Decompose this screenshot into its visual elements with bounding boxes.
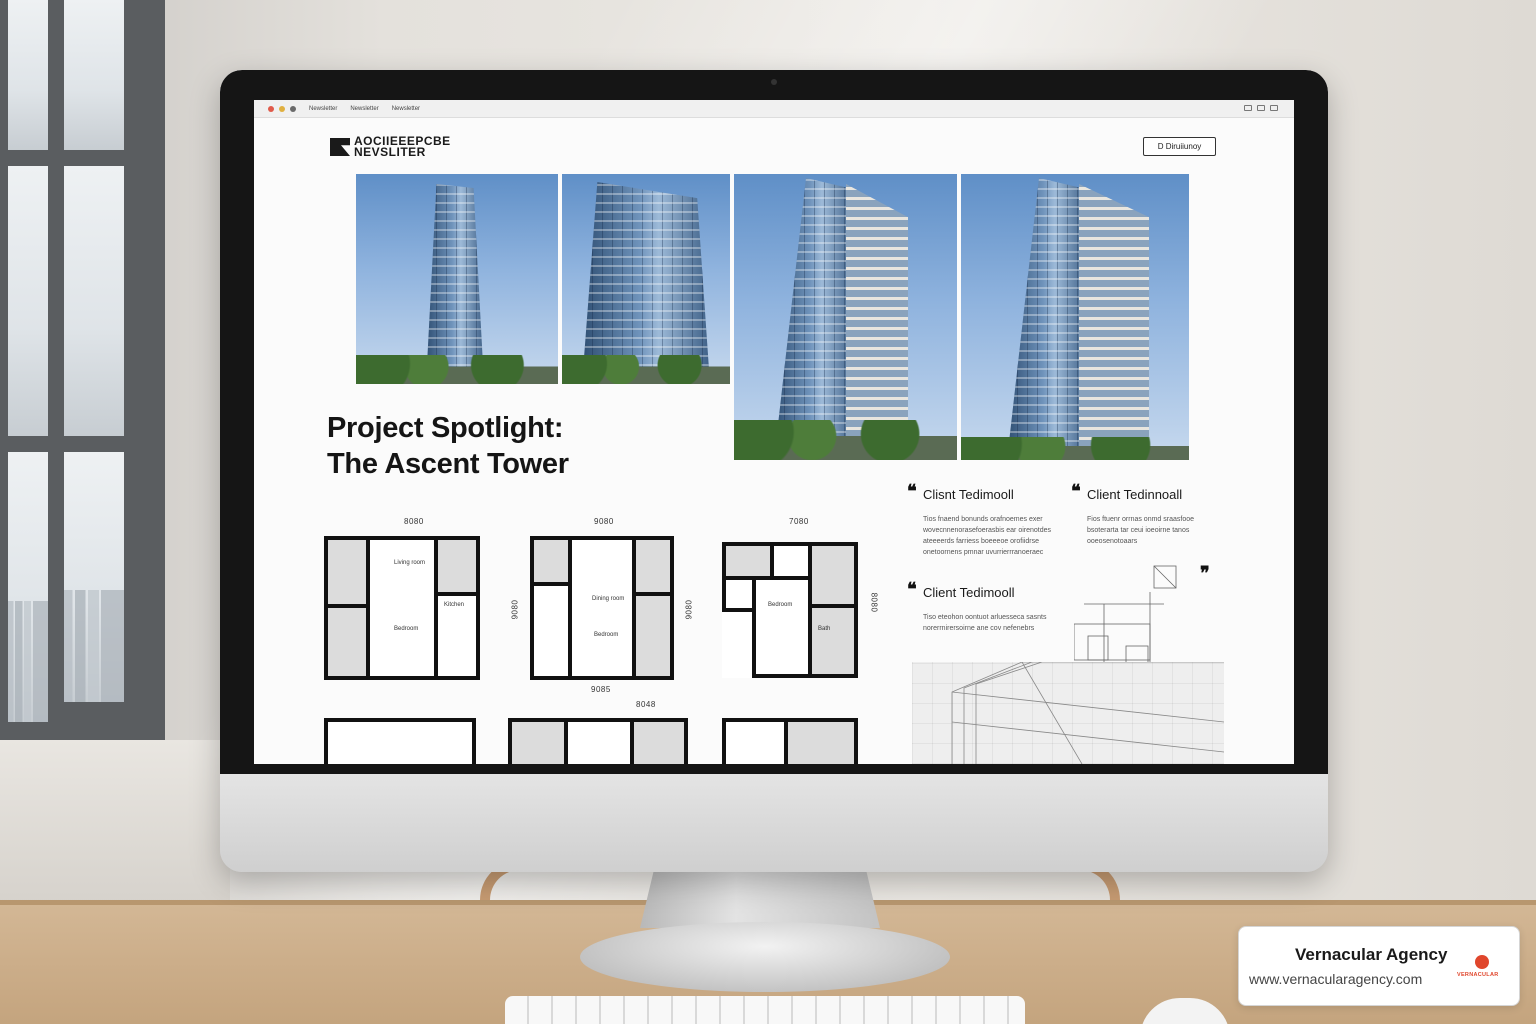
quote-icon: ❝	[907, 481, 917, 501]
window-pane	[64, 166, 124, 436]
plan-label: Bedroom	[768, 602, 793, 608]
window-pane	[8, 0, 48, 150]
window-frame	[0, 0, 165, 740]
plan-label: Kitchen	[444, 602, 465, 608]
floor-plan: Bedroom Bath	[722, 542, 858, 678]
agency-url[interactable]: www.vernacularagency.com	[1249, 971, 1422, 987]
browser-tab[interactable]: Newsletter	[392, 106, 420, 112]
testimonial-body: Fios ftuenr orrnas onmd sraasfooe bsoter…	[1087, 516, 1194, 545]
window-sill	[0, 740, 230, 905]
logo-line: NEVSLITER	[354, 145, 426, 159]
floor-plan	[508, 718, 688, 764]
logo-text: AOCIIEEEPCBE NEVSLITER	[354, 135, 451, 159]
agency-badge[interactable]: Vernacular Agency www.vernacularagency.c…	[1238, 926, 1520, 1006]
dimension-label: 9085	[591, 685, 611, 694]
testimonial-body: Tios fnaend bonunds orafnoemes exer wove…	[923, 516, 1052, 556]
tower-photo	[356, 174, 558, 384]
screen: Newsletter Newsletter Newsletter AOCIIEE…	[254, 100, 1294, 764]
dimension-label: 8080	[404, 517, 424, 526]
architectural-sketch	[912, 661, 1225, 764]
agency-name: Vernacular Agency	[1295, 945, 1448, 964]
dimension-label: 9080	[510, 599, 520, 620]
window-icon[interactable]	[1270, 105, 1278, 111]
monitor-stand	[640, 868, 880, 928]
monitor-chin	[220, 774, 1328, 872]
tower-photo	[734, 174, 957, 460]
agency-logo-icon	[1475, 955, 1489, 969]
testimonial-title: Client Tedinnoall	[1087, 487, 1183, 502]
testimonial-card: ❝ Clisnt Tedimooll Tios fnaend bonunds o…	[907, 481, 1073, 558]
dimension-label: 8080	[869, 592, 879, 613]
plan-label: Dining room	[592, 596, 625, 602]
testimonial-card: ❝ Client Tedimooll Tiso eteohon oontuot …	[907, 579, 1073, 634]
floor-plan	[324, 718, 476, 764]
window-pane	[64, 452, 124, 702]
header-button[interactable]: D Diruiiunoy	[1143, 137, 1216, 156]
window-pane	[8, 166, 48, 436]
maximize-window-icon[interactable]	[290, 105, 296, 112]
camera-icon	[771, 79, 777, 85]
floor-plan: Living room Bedroom Kitchen	[324, 536, 480, 680]
floor-plan: Dining room Bedroom	[530, 536, 674, 680]
newsletter-logo[interactable]: AOCIIEEEPCBE NEVSLITER	[330, 135, 451, 159]
testimonial-body: Tiso eteohon oontuot arluesseca sasnts n…	[923, 614, 1047, 632]
window-icon[interactable]	[1244, 105, 1252, 111]
title-line: The Ascent Tower	[327, 448, 569, 480]
testimonial-card: ❝ Client Tedinnoall Fios ftuenr orrnas o…	[1071, 481, 1213, 547]
plan-label: Bedroom	[594, 632, 619, 638]
dimension-label: 8048	[636, 700, 656, 709]
window-pane	[8, 452, 48, 722]
browser-tab[interactable]: Newsletter	[350, 106, 378, 112]
dimension-label: 9080	[594, 517, 614, 526]
title-line: Project Spotlight:	[327, 412, 564, 444]
monitor-stand-base	[580, 922, 950, 992]
plan-label: Bedroom	[394, 626, 419, 632]
testimonial-title: Clisnt Tedimooll	[923, 487, 1014, 502]
quote-icon: ❝	[907, 579, 917, 599]
floor-plan	[722, 718, 858, 764]
window-icon[interactable]	[1257, 105, 1265, 111]
plan-label: Living room	[394, 560, 426, 566]
browser-bar: Newsletter Newsletter Newsletter	[254, 100, 1294, 118]
tower-photo	[562, 174, 730, 384]
plan-label: Bath	[818, 626, 831, 632]
keyboard	[505, 996, 1025, 1024]
close-window-icon[interactable]	[268, 105, 274, 112]
browser-controls	[1244, 105, 1278, 111]
testimonial-title: Client Tedimooll	[923, 585, 1015, 600]
agency-logo-text: VERNACULAR	[1457, 972, 1499, 978]
minimize-window-icon[interactable]	[279, 105, 285, 112]
page-title: Project Spotlight: The Ascent Tower	[327, 410, 667, 482]
close-quote-icon: ❞	[1200, 563, 1210, 583]
dimension-label: 9080	[684, 599, 694, 620]
window-pane	[64, 0, 124, 150]
tower-photo	[961, 174, 1189, 460]
quote-icon: ❝	[1071, 481, 1081, 501]
dimension-label: 7080	[789, 517, 809, 526]
logo-mark-icon	[330, 138, 350, 156]
browser-tab[interactable]: Newsletter	[309, 106, 337, 112]
